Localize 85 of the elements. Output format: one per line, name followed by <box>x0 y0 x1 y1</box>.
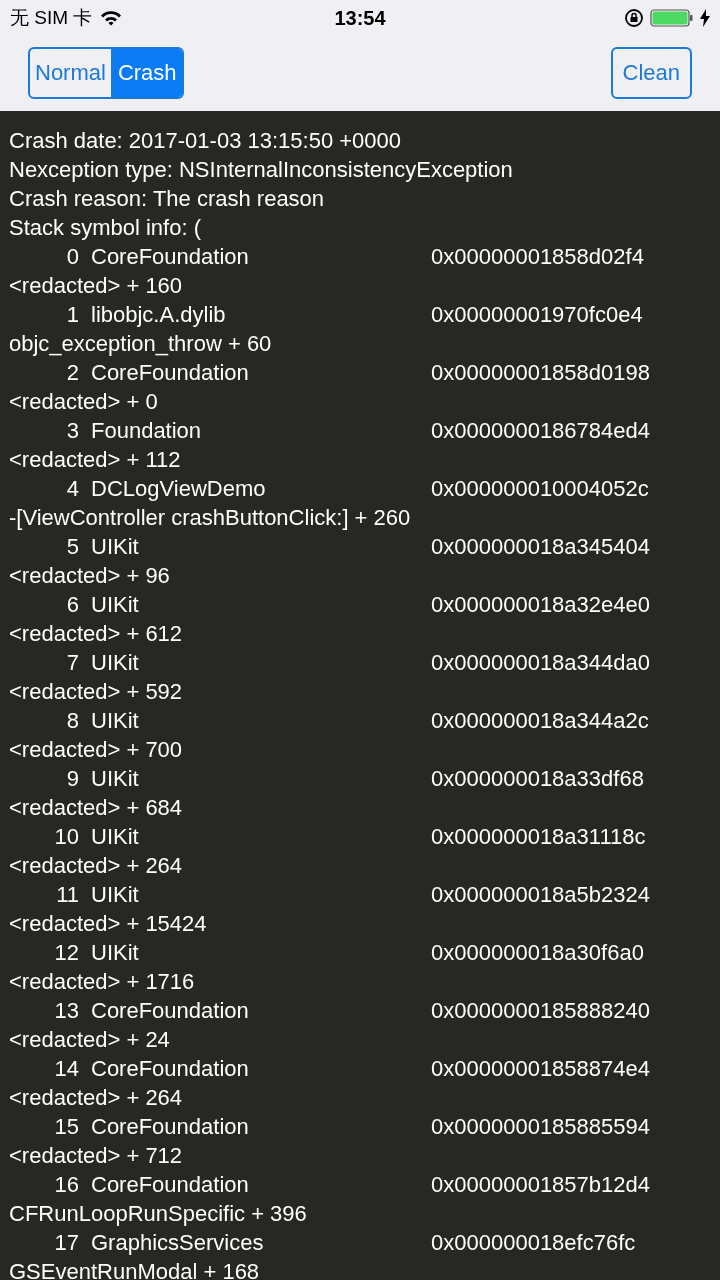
frame-module: UIKit <box>91 707 140 735</box>
frame-module: CoreFoundation <box>91 243 250 271</box>
segment-tab[interactable]: Normal <box>30 49 111 97</box>
frame-symbol: <redacted> + 264 <box>9 852 184 880</box>
frame-address: 0x000000018a344a2c <box>431 707 649 735</box>
frame-module: UIKit <box>91 939 140 967</box>
rotation-lock-icon <box>624 8 644 28</box>
frame-symbol: <redacted> + 592 <box>9 678 184 706</box>
frame-symbol: <redacted> + 1716 <box>9 968 196 996</box>
frame-symbol: -[ViewController crashButtonClick:] + 260 <box>9 504 412 532</box>
carrier-label: 无 SIM 卡 <box>10 6 93 30</box>
frame-module: UIKit <box>91 881 140 909</box>
frame-address: 0x000000018efc76fc <box>431 1229 636 1257</box>
frame-symbol: <redacted> + 0 <box>9 388 159 416</box>
frame-index: 5 <box>65 533 80 561</box>
frame-index: 3 <box>65 417 80 445</box>
frame-index: 14 <box>53 1055 80 1083</box>
frame-address: 0x00000001857b12d4 <box>431 1171 650 1199</box>
frame-index: 1 <box>65 301 80 329</box>
frame-index: 6 <box>65 591 80 619</box>
frame-address: 0x00000001858874e4 <box>431 1055 650 1083</box>
frame-index: 0 <box>65 243 80 271</box>
frame-address: 0x0000000185888240 <box>431 997 650 1025</box>
frame-address: 0x000000018a32e4e0 <box>431 591 650 619</box>
frame-address: 0x000000018a345404 <box>431 533 650 561</box>
log-line: Crash reason: The crash reason <box>9 185 326 213</box>
log-line: Crash date: 2017-01-03 13:15:50 +0000 <box>9 127 403 155</box>
frame-symbol: <redacted> + 15424 <box>9 910 208 938</box>
battery-icon <box>650 8 694 28</box>
frame-module: DCLogViewDemo <box>91 475 267 503</box>
frame-symbol: CFRunLoopRunSpecific + 396 <box>9 1200 308 1228</box>
frame-address: 0x000000018a31118c <box>431 823 646 851</box>
frame-index: 9 <box>65 765 80 793</box>
frame-index: 7 <box>65 649 80 677</box>
frame-module: CoreFoundation <box>91 1171 250 1199</box>
frame-index: 8 <box>65 707 80 735</box>
frame-module: libobjc.A.dylib <box>91 301 227 329</box>
frame-module: UIKit <box>91 533 140 561</box>
frame-address: 0x00000001858d02f4 <box>431 243 644 271</box>
frame-address: 0x000000010004052c <box>431 475 649 503</box>
clean-button[interactable]: Clean <box>610 47 692 99</box>
frame-symbol: <redacted> + 24 <box>9 1026 171 1054</box>
frame-address: 0x0000000186784ed4 <box>431 417 650 445</box>
frame-module: CoreFoundation <box>91 1055 250 1083</box>
frame-index: 4 <box>65 475 80 503</box>
frame-address: 0x000000018a33df68 <box>431 765 644 793</box>
frame-symbol: <redacted> + 96 <box>9 562 171 590</box>
status-time: 13:54 <box>334 6 386 30</box>
frame-symbol: <redacted> + 264 <box>9 1084 184 1112</box>
frame-module: CoreFoundation <box>91 1113 250 1141</box>
charging-icon <box>700 9 710 27</box>
frame-address: 0x00000001858d0198 <box>431 359 650 387</box>
frame-symbol: GSEventRunModal + 168 <box>9 1258 261 1280</box>
frame-address: 0x000000018a5b2324 <box>431 881 650 909</box>
frame-address: 0x0000000185885594 <box>431 1113 650 1141</box>
frame-module: UIKit <box>91 765 140 793</box>
frame-symbol: <redacted> + 612 <box>9 620 184 648</box>
log-line: Stack symbol info: ( <box>9 214 202 242</box>
frame-module: UIKit <box>91 823 140 851</box>
frame-symbol: <redacted> + 684 <box>9 794 184 822</box>
frame-address: 0x00000001970fc0e4 <box>431 301 643 329</box>
frame-module: CoreFoundation <box>91 997 250 1025</box>
frame-index: 17 <box>53 1229 80 1257</box>
frame-symbol: <redacted> + 160 <box>9 272 184 300</box>
frame-symbol: <redacted> + 712 <box>9 1142 184 1170</box>
frame-module: UIKit <box>91 649 140 677</box>
frame-module: UIKit <box>91 591 140 619</box>
frame-index: 10 <box>53 823 80 851</box>
wifi-icon <box>100 10 123 26</box>
frame-index: 16 <box>53 1171 80 1199</box>
frame-index: 15 <box>53 1113 80 1141</box>
log-line: Nexception type: NSInternalInconsistencyException <box>9 156 514 184</box>
frame-address: 0x000000018a344da0 <box>431 649 650 677</box>
frame-module: GraphicsServices <box>91 1229 265 1257</box>
frame-symbol: <redacted> + 700 <box>9 736 184 764</box>
frame-module: Foundation <box>91 417 203 445</box>
frame-index: 13 <box>53 997 80 1025</box>
frame-address: 0x000000018a30f6a0 <box>431 939 644 967</box>
frame-index: 12 <box>53 939 80 967</box>
frame-symbol: objc_exception_throw + 60 <box>9 330 273 358</box>
segment-tab[interactable]: Crash <box>110 49 182 97</box>
frame-index: 2 <box>65 359 80 387</box>
frame-symbol: <redacted> + 112 <box>9 446 182 474</box>
frame-index: 11 <box>55 881 80 909</box>
frame-module: CoreFoundation <box>91 359 250 387</box>
